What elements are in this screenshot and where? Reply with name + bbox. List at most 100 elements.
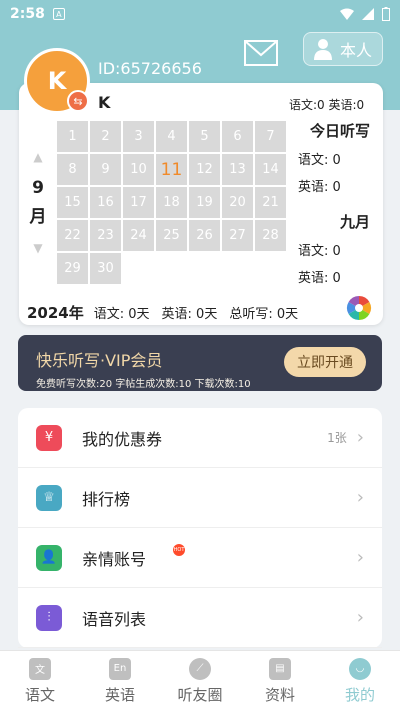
chevron-right-icon: › xyxy=(356,427,364,448)
vip-banner[interactable]: 快乐听写·VIP会员 免费听写次数:20 字帖生成次数:10 下载次数:10 立… xyxy=(18,335,382,391)
audio-wave-icon: ⫶ xyxy=(36,604,62,631)
vip-quota-info: 免费听写次数:20 字帖生成次数:10 下载次数:10 xyxy=(36,379,251,390)
today-english-count: 英语: 0 xyxy=(298,180,341,195)
coupons-label: 我的优惠券 xyxy=(82,429,163,449)
calendar-day[interactable]: 8 xyxy=(57,154,88,185)
coupon-icon: ¥ xyxy=(36,424,62,451)
username: K xyxy=(98,93,111,112)
tab-materials[interactable]: ▤ 资料 xyxy=(240,651,320,711)
user-id: ID:65726656 xyxy=(98,59,202,78)
next-month-icon[interactable]: ▼ xyxy=(26,241,50,255)
calendar-day[interactable]: 4 xyxy=(156,121,187,152)
tab-label: 资料 xyxy=(264,685,295,704)
community-tab-icon: ⟋ xyxy=(189,657,211,680)
calendar-day-today[interactable]: 11 xyxy=(156,154,187,185)
switch-account-button[interactable]: 本人 xyxy=(303,32,383,66)
chevron-right-icon: › xyxy=(356,487,364,508)
calendar-day[interactable]: 20 xyxy=(222,187,253,218)
calendar-day[interactable]: 24 xyxy=(123,220,154,251)
english-tab-icon: En xyxy=(109,657,131,680)
activate-vip-button[interactable]: 立即开通 xyxy=(284,347,366,377)
calendar-day[interactable]: 21 xyxy=(255,187,286,218)
calendar-day[interactable]: 25 xyxy=(156,220,187,251)
calendar-day[interactable]: 15 xyxy=(57,187,88,218)
year-english-days: 英语: 0天 xyxy=(161,307,218,322)
month-number: 9 xyxy=(32,178,44,198)
year-chinese-days: 语文: 0天 xyxy=(93,307,150,322)
tab-mine[interactable]: ◡ 我的 xyxy=(320,651,400,711)
calendar-day[interactable]: 26 xyxy=(189,220,220,251)
calendar-day[interactable]: 19 xyxy=(189,187,220,218)
audio-label: 语音列表 xyxy=(82,609,147,629)
chinese-tab-icon: 文 xyxy=(29,657,51,680)
menu-item-coupons[interactable]: ¥ 我的优惠券 1张 › xyxy=(18,408,382,468)
calendar-day[interactable]: 28 xyxy=(255,220,286,251)
calendar-day[interactable]: 13 xyxy=(222,154,253,185)
menu-list: ¥ 我的优惠券 1张 › ♕ 排行榜 › 👤 亲情账号 › ⫶ 语音列表 › H… xyxy=(18,408,382,648)
tab-english[interactable]: En 英语 xyxy=(80,651,160,711)
calendar-day[interactable]: 7 xyxy=(255,121,286,152)
menu-item-audio[interactable]: ⫶ 语音列表 › xyxy=(18,588,382,648)
calendar-day[interactable]: 27 xyxy=(222,220,253,251)
ranking-label: 排行榜 xyxy=(82,489,131,509)
aperture-share-icon[interactable] xyxy=(346,295,372,321)
chevron-right-icon: › xyxy=(356,607,364,628)
family-label: 亲情账号 xyxy=(82,549,147,569)
total-counts: 语文:0 英语:0 xyxy=(289,98,365,112)
calendar-day[interactable]: 3 xyxy=(123,121,154,152)
month-dictation-title: 九月 xyxy=(339,213,370,231)
month-english-count: 英语: 0 xyxy=(298,271,341,286)
mine-tab-icon: ◡ xyxy=(349,657,371,680)
calendar-day[interactable]: 30 xyxy=(90,253,121,284)
hot-badge: HOT xyxy=(173,544,185,556)
month-label: 月 xyxy=(29,207,47,227)
dictation-summary: 今日听写 语文: 0 英语: 0 九月 语文: 0 英语: 0 xyxy=(298,120,378,286)
menu-item-family[interactable]: 👤 亲情账号 › xyxy=(18,528,382,588)
notification-icon: A xyxy=(52,8,65,20)
calendar-day[interactable]: 23 xyxy=(90,220,121,251)
calendar-day[interactable]: 1 xyxy=(57,121,88,152)
today-dictation-title: 今日听写 xyxy=(309,122,370,140)
tab-label: 语文 xyxy=(24,685,55,704)
status-bar: 2:58 A xyxy=(0,0,400,28)
month-navigator: ▲ 9 月 ▼ xyxy=(26,150,50,255)
calendar-day[interactable]: 18 xyxy=(156,187,187,218)
coupons-count: 1张 xyxy=(327,431,347,445)
tab-chinese[interactable]: 文 语文 xyxy=(0,651,80,711)
family-account-icon: 👤 xyxy=(36,544,62,571)
calendar-day[interactable]: 6 xyxy=(222,121,253,152)
bottom-tab-bar: 文 语文 En 英语 ⟋ 听友圈 ▤ 资料 ◡ 我的 xyxy=(0,650,400,711)
calendar-day[interactable]: 5 xyxy=(189,121,220,152)
tab-label: 英语 xyxy=(104,685,135,704)
vip-title: 快乐听写·VIP会员 xyxy=(36,351,163,370)
calendar-day[interactable]: 10 xyxy=(123,154,154,185)
folder-tab-icon: ▤ xyxy=(269,657,291,680)
today-chinese-count: 语文: 0 xyxy=(298,153,341,168)
calendar-day[interactable]: 17 xyxy=(123,187,154,218)
year-total-days: 总听写: 0天 xyxy=(229,307,299,322)
calendar-day[interactable]: 2 xyxy=(90,121,121,152)
year-label: 2024年 xyxy=(27,304,84,322)
menu-item-ranking[interactable]: ♕ 排行榜 › xyxy=(18,468,382,528)
year-stats: 2024年 语文: 0天 英语: 0天 总听写: 0天 xyxy=(27,302,310,323)
status-time: 2:58 xyxy=(10,6,45,22)
wifi-icon xyxy=(340,8,354,20)
calendar-day[interactable]: 29 xyxy=(57,253,88,284)
calendar-grid: 1 2 3 4 5 6 7 8 9 10 11 12 13 14 15 16 1… xyxy=(57,121,292,284)
calendar-day[interactable]: 22 xyxy=(57,220,88,251)
mail-icon[interactable] xyxy=(244,40,278,66)
tab-community[interactable]: ⟋ 听友圈 xyxy=(160,651,240,711)
user-switch-icon xyxy=(313,39,332,60)
calendar-day[interactable]: 16 xyxy=(90,187,121,218)
month-chinese-count: 语文: 0 xyxy=(298,244,341,259)
swap-icon[interactable]: ⇆ xyxy=(67,90,89,112)
calendar-day[interactable]: 12 xyxy=(189,154,220,185)
signal-icon xyxy=(362,8,374,20)
trophy-icon: ♕ xyxy=(36,484,62,511)
calendar-day[interactable]: 9 xyxy=(90,154,121,185)
calendar-day[interactable]: 14 xyxy=(255,154,286,185)
tab-label: 我的 xyxy=(344,685,375,704)
battery-icon xyxy=(382,7,390,21)
chevron-right-icon: › xyxy=(356,547,364,568)
prev-month-icon[interactable]: ▲ xyxy=(26,150,50,164)
